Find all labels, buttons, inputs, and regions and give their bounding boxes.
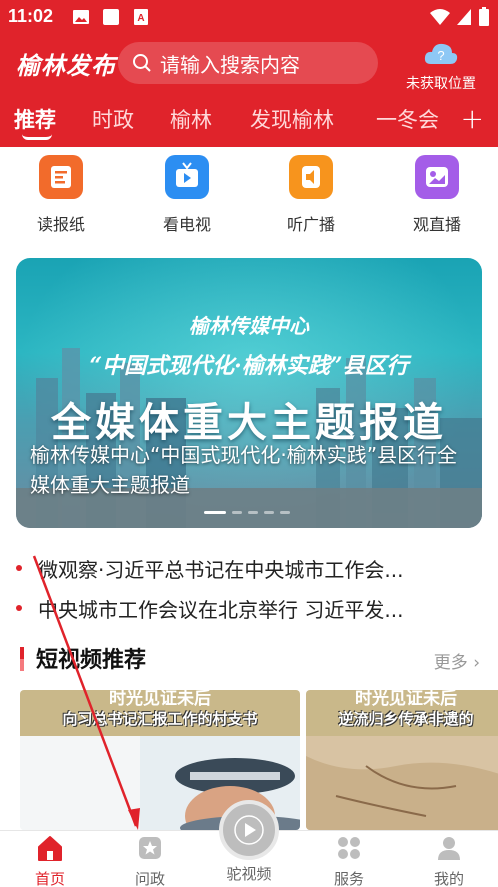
status-time: 11:02 [8, 6, 54, 26]
short-video-section-header: 短视频推荐 更多 › [0, 640, 498, 680]
bullet-icon [16, 565, 22, 571]
read-newspaper-button[interactable]: 读报纸 [16, 155, 106, 235]
watch-tv-label: 看电视 [162, 215, 211, 234]
signal-icon [457, 9, 471, 25]
listen-radio-label: 听广播 [286, 215, 335, 234]
battery-icon [479, 7, 489, 26]
headline-text: 中央城市工作会议在北京举行 习近平发... [38, 597, 404, 622]
search-placeholder: 请输入搜索内容 [160, 52, 300, 77]
carousel-dot [232, 511, 242, 514]
quick-entries: 读报纸 看电视 听广播 观直播 [0, 155, 498, 240]
more-label: 更多 [433, 653, 468, 673]
star-badge-icon [139, 837, 161, 859]
app-logo: 榆林发布 [16, 51, 116, 80]
nav-services-label: 服务 [333, 870, 364, 887]
active-tab-indicator [22, 134, 52, 140]
banner-org: 榆林传媒中心 [189, 314, 309, 338]
user-icon [438, 837, 460, 860]
app-notification-icon [103, 9, 119, 25]
watch-tv-button[interactable]: 看电视 [142, 155, 232, 235]
location-text: 未获取位置 [406, 76, 476, 92]
video-center-button[interactable] [219, 800, 279, 860]
banner-subtitle: “中国式现代化·榆林实践”县区行 [89, 353, 409, 379]
carousel-dot-active [204, 511, 226, 514]
headline-item[interactable]: 中央城市工作会议在北京举行 习近平发... [16, 590, 482, 626]
app-bar: 榆林发布 请输入搜索内容 ? 未获取位置 [0, 36, 498, 94]
read-newspaper-label: 读报纸 [36, 215, 85, 234]
video-top-text: 时光见证未后 [355, 690, 457, 709]
video-top-banner: 时光见证未后 逆流归乡传承非遗的 [306, 690, 498, 736]
radio-icon [289, 155, 333, 199]
video-top-banner: 时光见证未后 向习总书记汇报工作的村支书 [20, 690, 300, 736]
newspaper-icon [39, 155, 83, 199]
nav-video-label: 驼视频 [226, 865, 272, 883]
download-notification-icon: A [134, 9, 148, 25]
carousel-dot [280, 511, 290, 514]
nav-video[interactable]: 驼视频 [209, 861, 289, 884]
grid-icon [338, 837, 360, 859]
search-box[interactable]: 请输入搜索内容 [118, 42, 378, 84]
weather-cloud-icon: ? [424, 43, 458, 64]
bullet-icon [16, 605, 22, 611]
tab-politics[interactable]: 时政 [92, 104, 134, 134]
svg-text:A: A [137, 13, 144, 24]
nav-profile-label: 我的 [433, 870, 464, 887]
video-play-icon [234, 815, 264, 845]
carousel-dot [264, 511, 274, 514]
tab-discover-yulin[interactable]: 发现榆林 [250, 104, 334, 134]
video-card[interactable]: 时光见证未后 逆流归乡传承非遗的 [306, 690, 498, 830]
wifi-icon [430, 9, 450, 25]
location-weather-button[interactable]: ? 未获取位置 [398, 40, 484, 93]
listen-radio-button[interactable]: 听广播 [266, 155, 356, 235]
section-title: 短视频推荐 [36, 648, 147, 673]
chevron-right-icon: › [473, 653, 480, 673]
video-top-text: 时光见证未后 [109, 690, 211, 709]
tab-recommend[interactable]: 推荐 [14, 104, 56, 134]
banner-caption: 榆林传媒中心“中国式现代化·榆林实践”县区行全媒体重大主题报道 [30, 443, 458, 497]
tab-yulin[interactable]: 榆林 [170, 104, 212, 134]
home-icon [38, 836, 62, 861]
headline-text: 微观察·习近平总书记在中央城市工作会... [38, 557, 404, 582]
watch-live-label: 观直播 [412, 215, 461, 234]
nav-services[interactable]: 服务 [309, 834, 389, 887]
more-link[interactable]: 更多 › [434, 648, 480, 673]
status-bar: 11:02 A [0, 0, 498, 34]
channel-tabs: 推荐 时政 榆林 发现榆林 一冬会 + [0, 96, 498, 144]
nav-inquiry-label: 问政 [134, 870, 165, 887]
banner-carousel[interactable]: 榆林传媒中心 “中国式现代化·榆林实践”县区行 全媒体重大主题报道 榆林传媒中心… [16, 258, 482, 528]
search-icon [133, 54, 151, 72]
gallery-notification-icon [73, 10, 89, 24]
section-marker [20, 647, 24, 671]
watch-live-button[interactable]: 观直播 [392, 155, 482, 235]
add-channel-icon[interactable]: + [461, 102, 484, 135]
carousel-dot [248, 511, 258, 514]
carousel-indicator [204, 511, 290, 514]
video-sub-text: 逆流归乡传承非遗的 [338, 710, 474, 728]
nav-inquiry[interactable]: 问政 [110, 834, 190, 887]
nav-home[interactable]: 首页 [10, 834, 90, 887]
tab-winter-games[interactable]: 一冬会 [376, 104, 439, 134]
video-sub-text: 向习总书记汇报工作的村支书 [62, 710, 258, 728]
svg-text:?: ? [437, 48, 444, 63]
tv-icon [165, 155, 209, 199]
live-icon [415, 155, 459, 199]
headline-item[interactable]: 微观察·习近平总书记在中央城市工作会... [16, 550, 482, 586]
nav-home-label: 首页 [34, 870, 65, 887]
video-thumbnail [306, 736, 498, 830]
status-icons [430, 7, 490, 27]
nav-profile[interactable]: 我的 [409, 834, 489, 887]
